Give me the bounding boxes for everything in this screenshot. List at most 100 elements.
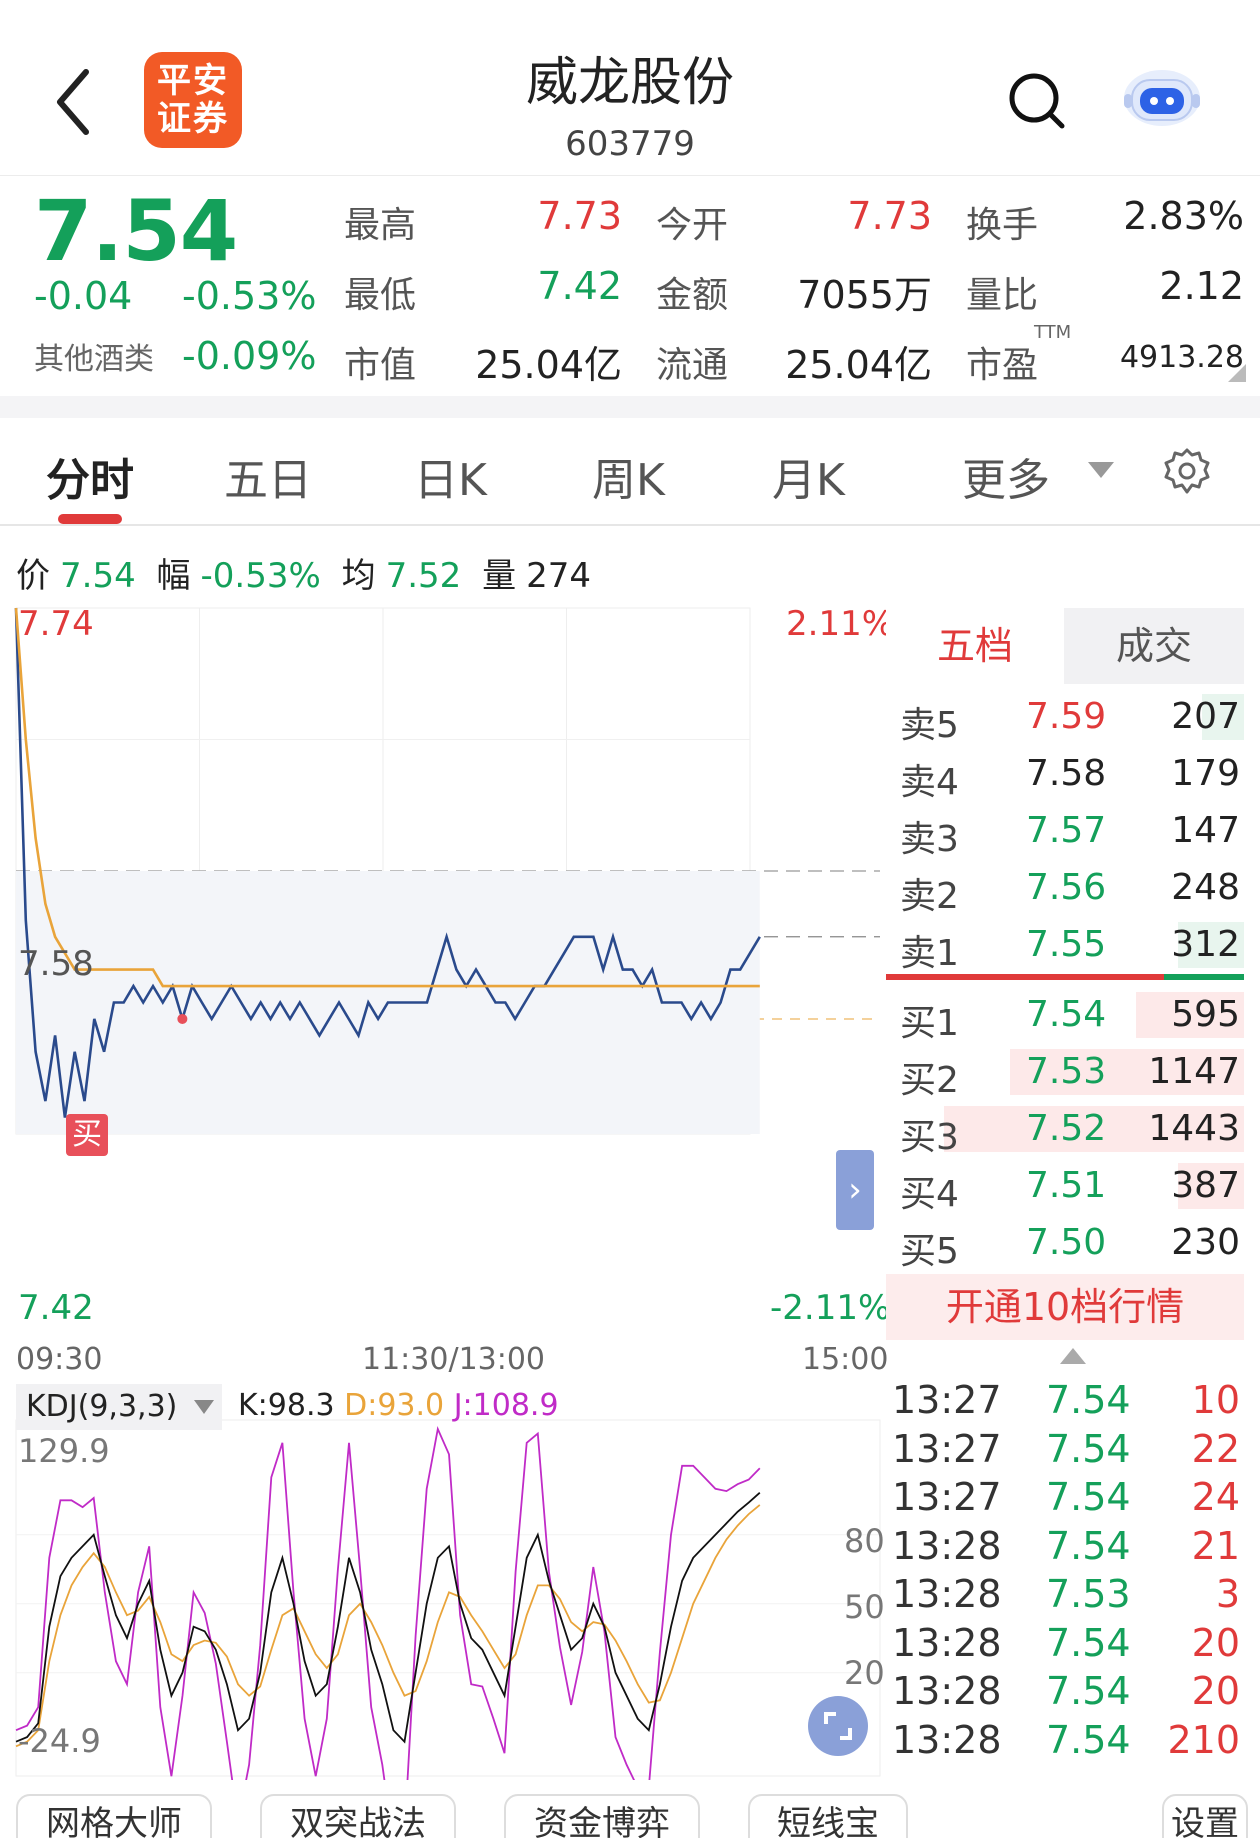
info-range-label: 幅 (156, 556, 191, 596)
tab-five-day[interactable]: 五日 (224, 444, 312, 508)
buy-signal-marker[interactable]: 买 (66, 1114, 108, 1156)
trade-price: 7.54 (1046, 1523, 1131, 1568)
ask-row[interactable]: 卖4 7.58 179 (886, 747, 1244, 803)
indicator-selector[interactable]: KDJ(9,3,3) (16, 1384, 222, 1430)
level-volume: 1443 (1148, 1108, 1240, 1149)
tool-short-line[interactable]: 短线宝 (748, 1794, 908, 1838)
kdj-frame (15, 1419, 881, 1777)
kdj-d-value: D:93.0 (344, 1388, 445, 1423)
open-10-levels-button[interactable]: 开通10档行情 (886, 1274, 1244, 1340)
bid-row[interactable]: 买5 7.50 230 (886, 1216, 1244, 1272)
trade-row: 13:28 7.54 21 (890, 1524, 1244, 1572)
settings-gear-icon[interactable] (1162, 446, 1212, 496)
trade-volume: 21 (1191, 1523, 1240, 1568)
pct-axis-top-label: 2.11% (786, 604, 895, 644)
indicator-dropdown-icon (194, 1400, 214, 1414)
level-label: 卖2 (900, 876, 959, 917)
tab-five-levels[interactable]: 五档 (886, 608, 1064, 684)
level-price: 7.59 (1026, 696, 1107, 737)
trade-row: 13:28 7.54 20 (890, 1621, 1244, 1669)
level-label: 买5 (900, 1231, 959, 1272)
chart-canvas[interactable] (0, 600, 886, 1780)
bid-row[interactable]: 买1 7.54 595 (886, 988, 1244, 1044)
tool-grid-master[interactable]: 网格大师 (16, 1794, 212, 1838)
tool-double-breakout[interactable]: 双突战法 (260, 1794, 456, 1838)
vol-ratio-label: 量比 (966, 275, 1039, 316)
back-chevron-icon[interactable] (50, 62, 100, 142)
tool-settings[interactable]: 设置 (1162, 1794, 1248, 1838)
trade-time: 13:28 (892, 1669, 1002, 1713)
level-price: 7.52 (1026, 1108, 1107, 1149)
trade-time: 13:27 (892, 1426, 1002, 1471)
info-avg-label: 均 (341, 556, 376, 596)
robot-assistant-icon[interactable] (1118, 60, 1206, 130)
y-axis-bottom-label: 7.42 (18, 1288, 94, 1328)
level-volume: 230 (1171, 1222, 1240, 1263)
expand-corner-icon[interactable] (1228, 364, 1246, 382)
info-price-label: 价 (16, 556, 50, 596)
tab-monthly-k[interactable]: 月K (772, 444, 845, 508)
trade-price: 7.54 (1046, 1378, 1131, 1422)
level-price: 7.50 (1026, 1222, 1107, 1263)
kdj-values: K:98.3 D:93.0 J:108.9 (238, 1388, 559, 1423)
ask-row[interactable]: 卖5 7.59 207 (886, 690, 1244, 746)
ask-row[interactable]: 卖1 7.55 312 (886, 918, 1244, 974)
indicator-selector-label: KDJ(9,3,3) (26, 1389, 178, 1424)
intraday-chart (14, 607, 761, 1134)
order-book-tabs: 五档 成交 (886, 608, 1244, 684)
level-price: 7.56 (1026, 867, 1107, 908)
low-label: 最低 (344, 275, 417, 316)
level-label: 买3 (900, 1117, 959, 1158)
tab-intraday[interactable]: 分时 (46, 444, 134, 508)
kdj-level-80: 80 (844, 1522, 885, 1560)
open-value: 7.73 (847, 194, 932, 238)
active-tab-indicator (58, 514, 122, 524)
level-price: 7.54 (1026, 994, 1107, 1035)
tab-daily-k[interactable]: 日K (414, 444, 487, 508)
tab-weekly-k[interactable]: 周K (592, 444, 665, 508)
dropdown-caret-icon[interactable] (1088, 462, 1114, 478)
level-label: 卖3 (900, 819, 959, 860)
fullscreen-toggle-icon[interactable] (808, 1696, 868, 1756)
info-price: 7.54 (60, 556, 136, 596)
ask-row[interactable]: 卖3 7.57 147 (886, 804, 1244, 860)
scroll-up-caret-icon[interactable] (1060, 1348, 1086, 1364)
x-axis-close-label: 15:00 (802, 1342, 889, 1377)
kdj-level-20: 20 (844, 1654, 885, 1692)
trade-volume: 10 (1191, 1378, 1240, 1422)
search-icon[interactable] (1008, 72, 1068, 132)
y-axis-prevclose-label: 7.58 (18, 944, 94, 984)
trade-price: 7.54 (1046, 1669, 1131, 1713)
trade-row: 13:28 7.54 210 (890, 1718, 1244, 1766)
bid-row[interactable]: 买2 7.53 1147 (886, 1045, 1244, 1101)
sector-change-pct: -0.09% (182, 334, 317, 378)
tab-more[interactable]: 更多 (962, 444, 1050, 508)
trade-volume: 20 (1191, 1669, 1240, 1713)
level-label: 买2 (900, 1060, 959, 1101)
level-volume: 595 (1171, 994, 1240, 1035)
chart-period-tabs: 分时 五日 日K 周K 月K 更多 (0, 418, 1260, 526)
trade-row: 13:27 7.54 22 (890, 1427, 1244, 1475)
trade-price: 7.54 (1046, 1475, 1131, 1519)
section-divider (0, 396, 1260, 418)
trade-volume: 22 (1191, 1426, 1240, 1471)
x-axis-open-label: 09:30 (16, 1342, 103, 1377)
level-price: 7.51 (1026, 1165, 1107, 1206)
trade-time: 13:28 (892, 1620, 1002, 1665)
pe-value: 4913.28 (1119, 340, 1244, 375)
tool-capital-game[interactable]: 资金博弈 (504, 1794, 700, 1838)
mcap-label: 市值 (344, 345, 417, 386)
kdj-level-50: 50 (844, 1588, 885, 1626)
sector-name[interactable]: 其他酒类 (34, 334, 154, 378)
level-price: 7.53 (1026, 1051, 1107, 1092)
app-header: 平安 证券 威龙股份 603779 (0, 0, 1260, 176)
float-label: 流通 (656, 345, 729, 386)
ask-row[interactable]: 卖2 7.56 248 (886, 861, 1244, 917)
tab-deals[interactable]: 成交 (1064, 608, 1244, 684)
bid-row[interactable]: 买4 7.51 387 (886, 1159, 1244, 1215)
trade-volume: 20 (1191, 1620, 1240, 1665)
bid-row[interactable]: 买3 7.52 1443 (886, 1102, 1244, 1158)
expand-panel-arrow-icon[interactable]: › (836, 1150, 874, 1230)
trade-time: 13:27 (892, 1378, 1002, 1422)
turnover-label: 换手 (966, 205, 1039, 246)
